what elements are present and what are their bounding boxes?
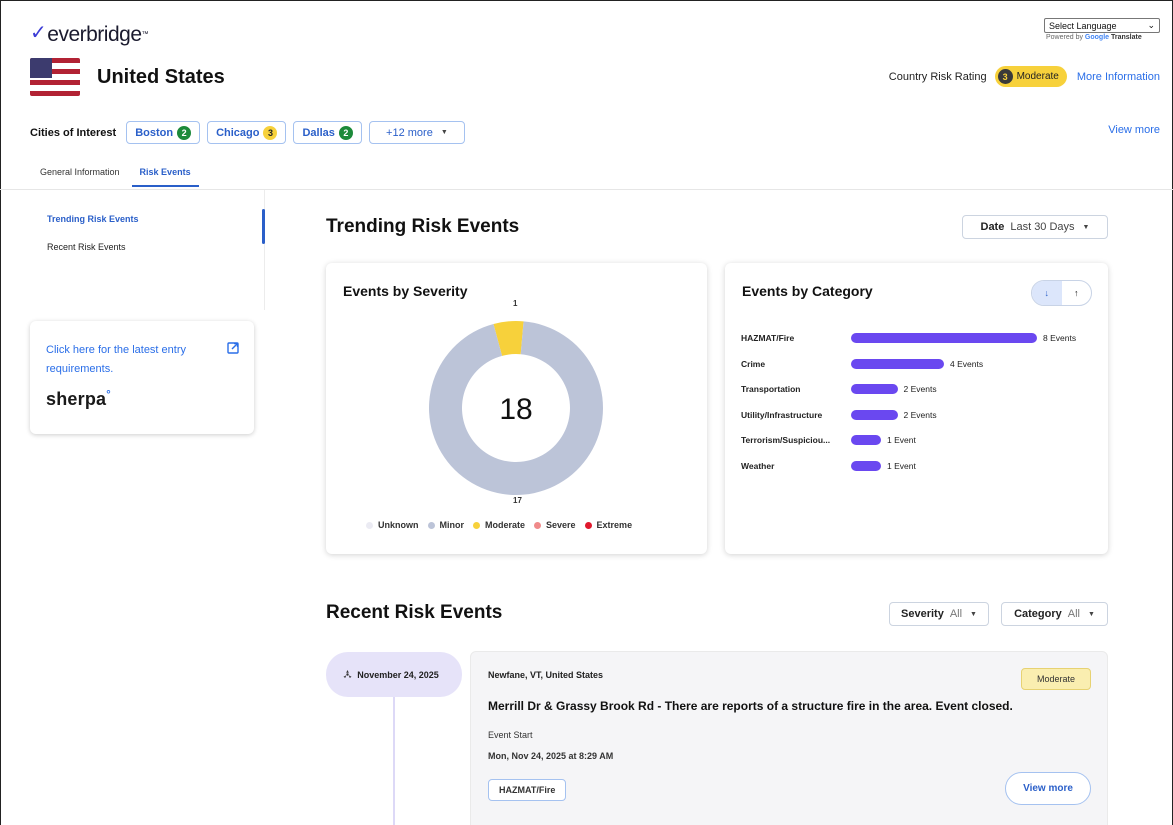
more-information-link[interactable]: More Information bbox=[1077, 71, 1160, 83]
category-bar[interactable] bbox=[851, 358, 944, 369]
city-count-badge: 3 bbox=[263, 125, 278, 140]
city-count-badge: 2 bbox=[177, 125, 192, 140]
sidebar-item-recent-risk-events[interactable]: Recent Risk Events bbox=[47, 242, 265, 270]
timeline-line bbox=[393, 697, 395, 825]
category-row: Transportation 2 Events bbox=[741, 383, 937, 395]
category-name: Utility/Infrastructure bbox=[741, 409, 823, 420]
tab-bar: General Information Risk Events bbox=[30, 164, 201, 187]
events-by-severity-card: Events by Severity 18 1 17 Unknown Minor… bbox=[326, 263, 707, 554]
category-row: HAZMAT/Fire 8 Events bbox=[741, 332, 1076, 344]
donut-total-label: 18 bbox=[499, 393, 532, 426]
category-filter-dropdown[interactable]: Category All ▼ bbox=[1001, 602, 1108, 626]
us-flag-icon bbox=[30, 58, 80, 96]
event-location: Newfane, VT, United States bbox=[488, 670, 604, 680]
frame-border-left bbox=[0, 0, 1, 825]
language-select[interactable]: Select Language ⌄ bbox=[1044, 18, 1160, 33]
category-row: Terrorism/Suspiciou... 1 Event bbox=[741, 434, 916, 446]
event-start-label: Event Start bbox=[488, 730, 533, 740]
entry-requirements-link[interactable]: Click here for the latest entry requirem… bbox=[46, 341, 216, 379]
category-bar[interactable] bbox=[851, 384, 898, 394]
caret-down-icon: ▼ bbox=[440, 129, 448, 136]
category-bar[interactable] bbox=[851, 333, 1037, 343]
external-link-icon bbox=[227, 342, 239, 354]
category-count-label: 1 Event bbox=[887, 435, 916, 445]
sidebar-nav: Trending Risk Events Recent Risk Events bbox=[47, 214, 265, 270]
category-name: Crime bbox=[741, 358, 766, 369]
category-count-label: 1 Event bbox=[887, 460, 916, 471]
sidebar-item-trending-risk-events[interactable]: Trending Risk Events bbox=[47, 214, 265, 242]
sort-ascending-button[interactable]: ↑ bbox=[1062, 281, 1092, 305]
sort-descending-button[interactable]: ↓ bbox=[1032, 281, 1062, 305]
category-row: Weather 1 Event bbox=[741, 460, 916, 472]
category-bar[interactable] bbox=[851, 435, 881, 445]
category-row: Crime 4 Events bbox=[741, 358, 983, 370]
cities-label: Cities of Interest bbox=[30, 126, 117, 139]
legend-item-extreme[interactable]: Extreme bbox=[584, 520, 632, 530]
sherpa-logo: sherpa° bbox=[46, 389, 111, 409]
caret-down-icon: ▼ bbox=[970, 610, 977, 618]
city-chip-dallas[interactable]: Dallas 2 bbox=[293, 121, 362, 144]
legend-item-moderate[interactable]: Moderate bbox=[473, 520, 525, 530]
city-chip-boston[interactable]: Boston 2 bbox=[126, 121, 201, 144]
caret-down-icon: ▼ bbox=[1082, 223, 1090, 231]
event-view-more-button[interactable]: View more bbox=[1005, 772, 1091, 805]
language-selector: Select Language ⌄ Powered by Google Tran… bbox=[1044, 18, 1160, 41]
risk-rating-label: Country Risk Rating bbox=[888, 70, 987, 83]
everbridge-logo[interactable]: ✓ everbridge ™ bbox=[30, 22, 148, 47]
legend-item-severe[interactable]: Severe bbox=[534, 520, 576, 530]
more-cities-dropdown[interactable]: +12 more ▼ bbox=[368, 121, 465, 144]
logo-check-icon: ✓ bbox=[30, 22, 47, 44]
category-count-label: 2 Events bbox=[903, 384, 937, 394]
frame-border-top bbox=[0, 0, 1173, 1]
category-name: Transportation bbox=[741, 384, 801, 394]
category-row: Utility/Infrastructure 2 Events bbox=[741, 409, 937, 421]
tab-general-information[interactable]: General Information bbox=[30, 164, 130, 187]
category-chart-title: Events by Category bbox=[742, 283, 873, 299]
risk-event-card: Newfane, VT, United States Moderate Merr… bbox=[470, 651, 1108, 825]
timeline-date-pill: November 24, 2025 bbox=[326, 652, 462, 697]
severity-legend: Unknown Minor Moderate Severe Extreme bbox=[366, 520, 641, 530]
hazmat-icon bbox=[343, 670, 352, 678]
category-name: Weather bbox=[741, 460, 775, 471]
date-filter-dropdown[interactable]: Date Last 30 Days ▼ bbox=[962, 215, 1108, 239]
category-count-label: 4 Events bbox=[950, 358, 984, 369]
legend-item-unknown[interactable]: Unknown bbox=[366, 520, 419, 530]
event-date: November 24, 2025 bbox=[357, 669, 439, 680]
severity-filter-dropdown[interactable]: Severity All ▼ bbox=[889, 602, 989, 626]
category-name: Terrorism/Suspiciou... bbox=[741, 435, 831, 445]
city-chip-chicago[interactable]: Chicago 3 bbox=[207, 121, 287, 144]
cities-of-interest: Cities of Interest Boston 2 Chicago 3 Da… bbox=[30, 121, 472, 144]
tabs-divider bbox=[0, 189, 1173, 190]
category-bar[interactable] bbox=[851, 460, 881, 471]
event-start-value: Mon, Nov 24, 2025 at 8:29 AM bbox=[488, 751, 614, 761]
category-name: HAZMAT/Fire bbox=[741, 333, 795, 343]
sherpa-card[interactable]: Click here for the latest entry requirem… bbox=[30, 321, 254, 434]
tab-risk-events[interactable]: Risk Events bbox=[130, 164, 201, 187]
sort-toggle: ↓ ↑ bbox=[1031, 280, 1092, 306]
legend-item-minor[interactable]: Minor bbox=[427, 520, 464, 530]
event-severity-badge: Moderate bbox=[1021, 668, 1091, 690]
chevron-down-icon: ⌄ bbox=[1147, 20, 1155, 30]
donut-slice-label: 17 bbox=[513, 496, 522, 505]
events-by-category-card: Events by Category ↓ ↑ HAZMAT/Fire 8 Even… bbox=[725, 263, 1108, 554]
risk-level-badge: 3 Moderate bbox=[994, 66, 1067, 87]
page-title: United States bbox=[97, 66, 225, 88]
city-count-badge: 2 bbox=[338, 125, 353, 140]
event-title: Merrill Dr & Grassy Brook Rd - There are… bbox=[488, 699, 1013, 713]
country-risk-rating: Country Risk Rating 3 Moderate More Info… bbox=[889, 66, 1160, 87]
recent-risk-events-title: Recent Risk Events bbox=[326, 602, 503, 623]
logo-text: everbridge bbox=[47, 22, 142, 46]
category-bar[interactable] bbox=[851, 409, 898, 420]
donut-slice-label: 1 bbox=[513, 299, 518, 308]
caret-down-icon: ▼ bbox=[1087, 610, 1095, 618]
trending-risk-events-title: Trending Risk Events bbox=[326, 216, 520, 237]
view-more-cities-link[interactable]: View more bbox=[1108, 124, 1160, 136]
category-count-label: 8 Events bbox=[1043, 333, 1077, 343]
event-category-tag[interactable]: HAZMAT/Fire bbox=[488, 779, 567, 801]
powered-by-google: Powered by Google Translate bbox=[1046, 34, 1142, 41]
category-count-label: 2 Events bbox=[903, 409, 937, 420]
